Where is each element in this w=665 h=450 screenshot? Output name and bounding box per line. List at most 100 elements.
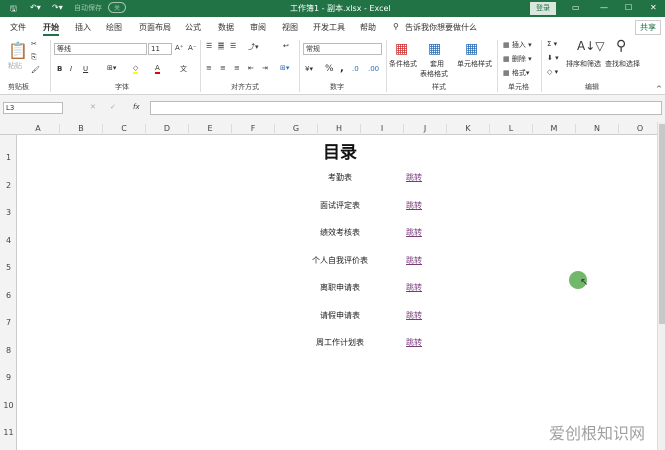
ribbon-display-icon[interactable]: ▭ — [572, 3, 580, 12]
minimize-icon[interactable]: — — [600, 3, 608, 12]
row-header-11[interactable]: 11 — [0, 428, 17, 437]
cut-icon[interactable]: ✂ — [31, 40, 37, 48]
tab-help[interactable]: 帮助 — [360, 22, 376, 33]
number-format-select[interactable]: 常规 — [303, 43, 382, 55]
row-header-5[interactable]: 5 — [0, 263, 17, 272]
share-button[interactable]: 共享 — [635, 20, 661, 35]
orientation-icon[interactable]: ⤴▾ — [248, 42, 259, 52]
increase-decimal-icon[interactable]: .0 — [352, 65, 359, 73]
copy-icon[interactable]: ⎘ — [31, 53, 37, 62]
format-cells-button[interactable]: ▦ 格式▾ — [503, 68, 529, 78]
border-icon[interactable]: ⊞▾ — [107, 64, 116, 72]
column-header-O[interactable]: O — [619, 124, 662, 135]
tab-formulas[interactable]: 公式 — [185, 22, 201, 33]
align-right-icon[interactable]: ≡ — [234, 64, 240, 72]
column-header-I[interactable]: I — [361, 124, 404, 135]
format-painter-icon[interactable]: 🖌 — [31, 66, 40, 74]
tab-page-layout[interactable]: 页面布局 — [139, 22, 171, 33]
increase-indent-icon[interactable]: ⇥ — [262, 64, 268, 72]
column-header-D[interactable]: D — [146, 124, 189, 135]
tab-developer[interactable]: 开发工具 — [313, 22, 345, 33]
column-header-N[interactable]: N — [576, 124, 619, 135]
fill-color-icon[interactable]: ◇ — [133, 64, 139, 74]
italic-icon[interactable]: I — [70, 65, 72, 73]
merge-center-icon[interactable]: ⊞▾ — [280, 64, 289, 72]
jump-link[interactable]: 跳转 — [406, 200, 422, 211]
row-header-1[interactable]: 1 — [0, 153, 17, 162]
row-header-8[interactable]: 8 — [0, 346, 17, 355]
conditional-format-button[interactable]: 条件格式 — [389, 59, 417, 69]
font-size-select[interactable]: 11 — [148, 43, 172, 55]
tell-me-input[interactable]: 告诉我你想要做什么 — [405, 22, 477, 33]
tab-review[interactable]: 审阅 — [250, 22, 266, 33]
wrap-text-icon[interactable]: ↩ — [283, 42, 289, 50]
jump-link[interactable]: 跳转 — [406, 337, 422, 348]
tab-insert[interactable]: 插入 — [75, 22, 91, 33]
column-header-E[interactable]: E — [189, 124, 232, 135]
align-bottom-icon[interactable]: ☰ — [230, 42, 236, 50]
tab-home[interactable]: 开始 — [43, 22, 59, 36]
phonetic-icon[interactable]: 文 — [180, 64, 187, 74]
close-icon[interactable]: ✕ — [650, 3, 657, 12]
row-header-6[interactable]: 6 — [0, 291, 17, 300]
comma-icon[interactable]: , — [340, 63, 344, 74]
worksheet-grid[interactable]: 目录 考勤表 跳转 面试评定表 跳转 绩效考核表 跳转 个人自我评价表 跳转 离职申请表 跳转 请假… — [17, 135, 657, 450]
tab-data[interactable]: 数据 — [218, 22, 234, 33]
underline-icon[interactable]: U — [83, 65, 88, 73]
tab-file[interactable]: 文件 — [10, 22, 26, 33]
decrease-indent-icon[interactable]: ⇤ — [248, 64, 254, 72]
fill-icon[interactable]: ⬇ ▾ — [547, 54, 559, 62]
row-header-7[interactable]: 7 — [0, 318, 17, 327]
row-header-3[interactable]: 3 — [0, 208, 17, 217]
column-header-F[interactable]: F — [232, 124, 275, 135]
column-header-L[interactable]: L — [490, 124, 533, 135]
column-header-M[interactable]: M — [533, 124, 576, 135]
delete-cells-button[interactable]: ▦ 删除 ▾ — [503, 54, 532, 64]
font-color-icon[interactable]: A — [155, 64, 160, 74]
sort-filter-button[interactable]: 排序和筛选 — [566, 59, 601, 69]
row-header-2[interactable]: 2 — [0, 181, 17, 190]
redo-icon[interactable]: ↷▾ — [52, 3, 63, 12]
enter-icon[interactable]: ✓ — [110, 103, 116, 111]
column-header-G[interactable]: G — [275, 124, 318, 135]
column-header-J[interactable]: J — [404, 124, 447, 135]
undo-icon[interactable]: ↶▾ — [30, 3, 41, 12]
jump-link[interactable]: 跳转 — [406, 310, 422, 321]
tab-draw[interactable]: 绘图 — [106, 22, 122, 33]
align-center-icon[interactable]: ≡ — [220, 64, 226, 72]
function-icon[interactable]: fx — [133, 103, 140, 111]
column-header-H[interactable]: H — [318, 124, 361, 135]
paste-icon[interactable]: 📋 — [8, 41, 28, 60]
row-header-4[interactable]: 4 — [0, 236, 17, 245]
bold-icon[interactable]: B — [57, 65, 62, 73]
align-left-icon[interactable]: ≡ — [206, 64, 212, 72]
maximize-icon[interactable]: ☐ — [625, 3, 632, 12]
paste-button[interactable]: 粘贴 — [8, 61, 22, 71]
insert-cells-button[interactable]: ▦ 插入 ▾ — [503, 40, 532, 50]
login-button[interactable]: 登录 — [530, 2, 556, 15]
column-header-K[interactable]: K — [447, 124, 490, 135]
currency-icon[interactable]: ¥▾ — [305, 65, 313, 73]
jump-link[interactable]: 跳转 — [406, 255, 422, 266]
table-format-button-line2[interactable]: 表格格式 — [420, 69, 448, 79]
percent-icon[interactable]: % — [325, 64, 334, 74]
decrease-decimal-icon[interactable]: .00 — [368, 65, 379, 73]
column-header-C[interactable]: C — [103, 124, 146, 135]
tab-view[interactable]: 视图 — [282, 22, 298, 33]
autosum-icon[interactable]: Σ ▾ — [547, 40, 557, 48]
jump-link[interactable]: 跳转 — [406, 282, 422, 293]
cancel-icon[interactable]: ✕ — [90, 103, 96, 111]
row-header-10[interactable]: 10 — [0, 401, 17, 410]
clear-icon[interactable]: ◇ ▾ — [547, 68, 558, 76]
table-format-button-line1[interactable]: 套用 — [430, 59, 444, 69]
shrink-font-icon[interactable]: A⁻ — [188, 44, 196, 52]
save-icon[interactable]: 🖫 — [10, 3, 17, 17]
row-header-9[interactable]: 9 — [0, 373, 17, 382]
collapse-ribbon-icon[interactable]: ^ — [656, 85, 662, 93]
formula-input[interactable] — [150, 101, 662, 115]
grow-font-icon[interactable]: A⁺ — [175, 44, 183, 52]
align-top-icon[interactable]: ☰ — [206, 42, 212, 50]
column-header-A[interactable]: A — [17, 124, 60, 135]
jump-link[interactable]: 跳转 — [406, 172, 422, 183]
find-select-button[interactable]: 查找和选择 — [605, 59, 640, 69]
